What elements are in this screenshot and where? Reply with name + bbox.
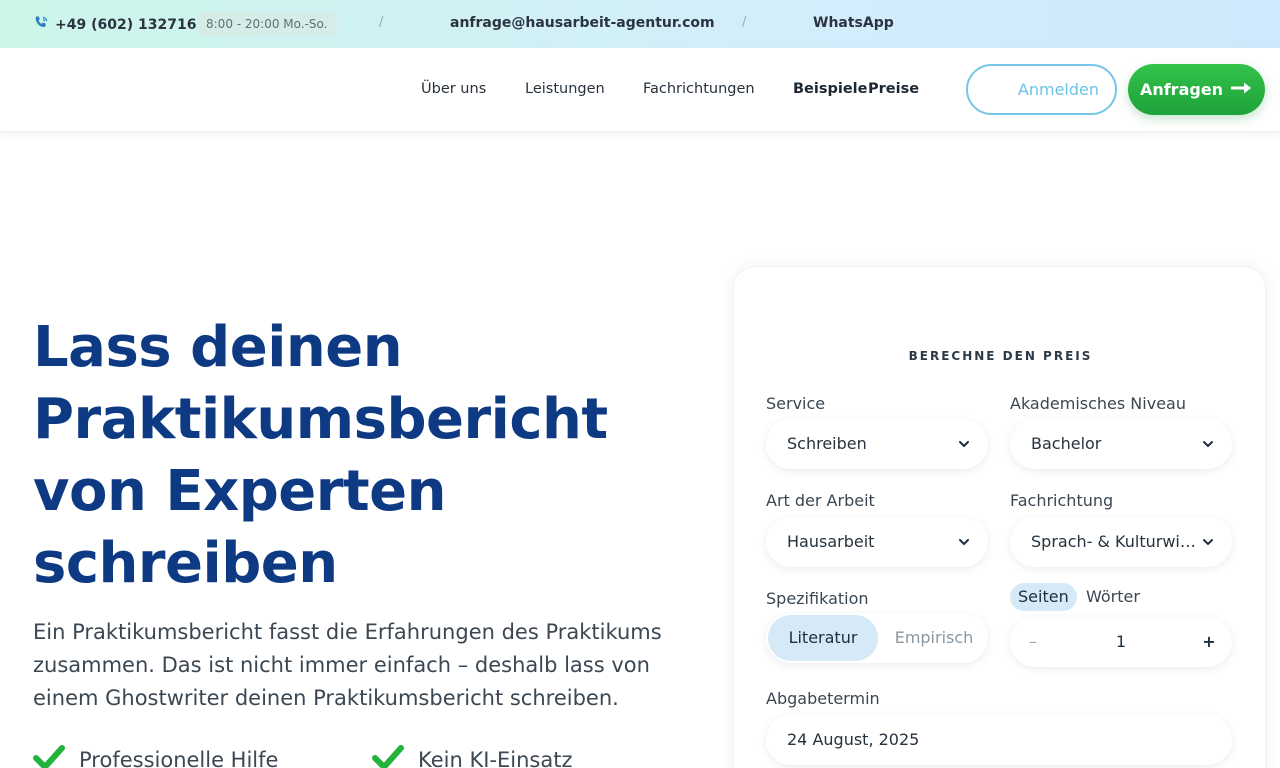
spec-option-literatur[interactable]: Literatur bbox=[768, 615, 878, 661]
work-type-select[interactable]: Hausarbeit bbox=[766, 517, 988, 567]
request-button[interactable]: Anfragen bbox=[1128, 64, 1265, 115]
deadline-label: Abgabetermin bbox=[766, 689, 880, 708]
phone-number: +49 (602) 1327160 bbox=[55, 16, 207, 33]
nav-item-leistungen[interactable]: Leistungen bbox=[525, 81, 605, 97]
service-value: Schreiben bbox=[787, 434, 867, 453]
quantity-value[interactable]: 1 bbox=[1010, 617, 1232, 667]
decrement-button[interactable]: – bbox=[1024, 617, 1042, 667]
opening-hours-badge: 8:00 - 20:00 Mo.-So. bbox=[197, 13, 337, 35]
feature-label: Professionelle Hilfe bbox=[79, 747, 279, 768]
level-value: Bachelor bbox=[1031, 434, 1102, 453]
feature-item: Kein KI-Einsatz bbox=[372, 744, 573, 768]
subject-select[interactable]: Sprach- & Kulturwissenschaften bbox=[1010, 517, 1232, 567]
increment-button[interactable]: + bbox=[1200, 617, 1218, 667]
separator: / bbox=[379, 15, 384, 30]
request-button-label: Anfragen bbox=[1139, 80, 1224, 99]
feature-label: Kein KI-Einsatz bbox=[418, 747, 573, 768]
hero-title: Lass deinen Praktikumsbericht von Expert… bbox=[33, 315, 608, 596]
separator: / bbox=[742, 15, 747, 30]
phone-link[interactable]: +49 (602) 1327160 bbox=[34, 15, 206, 34]
top-contact-bar: +49 (602) 1327160 8:00 - 20:00 Mo.-So. /… bbox=[0, 0, 1280, 48]
service-select[interactable]: Schreiben bbox=[766, 419, 988, 469]
level-label: Akademisches Niveau bbox=[1010, 394, 1186, 413]
price-calculator-card: BERECHNE DEN PREIS Service Schreiben Aka… bbox=[733, 266, 1266, 768]
deadline-date-field[interactable]: 24 August, 2025 bbox=[766, 715, 1232, 765]
nav-item-fachrichtungen[interactable]: Fachrichtungen bbox=[643, 81, 755, 97]
quantity-stepper: 1 – + bbox=[1010, 617, 1232, 667]
chevron-down-icon bbox=[1203, 441, 1213, 448]
email-link[interactable]: anfrage@hausarbeit-agentur.com bbox=[450, 15, 715, 31]
service-label: Service bbox=[766, 394, 826, 413]
work-type-label: Art der Arbeit bbox=[766, 491, 875, 510]
unit-option-seiten[interactable]: Seiten bbox=[1010, 583, 1077, 611]
chevron-down-icon bbox=[959, 539, 969, 546]
unit-option-woerter[interactable]: Wörter bbox=[1086, 583, 1140, 611]
specification-label: Spezifikation bbox=[766, 589, 869, 608]
work-type-value: Hausarbeit bbox=[787, 532, 875, 551]
level-select[interactable]: Bachelor bbox=[1010, 419, 1232, 469]
chevron-down-icon bbox=[959, 441, 969, 448]
arrow-right-icon bbox=[1230, 80, 1253, 99]
subject-label: Fachrichtung bbox=[1010, 491, 1114, 510]
main-header: Über uns Leistungen Fachrichtungen Beisp… bbox=[0, 48, 1280, 132]
feature-item: Professionelle Hilfe bbox=[33, 744, 278, 768]
calculator-title: BERECHNE DEN PREIS bbox=[908, 349, 1093, 363]
chevron-down-icon bbox=[1203, 539, 1213, 546]
nav-item-beispiele[interactable]: Beispiele bbox=[793, 81, 867, 97]
subject-value: Sprach- & Kulturwissenschaften bbox=[1031, 532, 1196, 551]
spec-option-empirisch[interactable]: Empirisch bbox=[884, 615, 984, 661]
login-button[interactable]: Anmelden bbox=[966, 64, 1117, 115]
whatsapp-link[interactable]: WhatsApp bbox=[813, 15, 894, 31]
nav-item-ueber-uns[interactable]: Über uns bbox=[421, 81, 486, 97]
checkmark-icon bbox=[372, 744, 404, 768]
phone-icon bbox=[34, 15, 49, 34]
checkmark-icon bbox=[33, 744, 65, 768]
hero-description: Ein Praktikumsbericht fasst die Erfahrun… bbox=[33, 620, 662, 710]
nav-item-preise[interactable]: Preise bbox=[868, 81, 919, 97]
specification-toggle: Literatur Empirisch bbox=[766, 613, 988, 663]
